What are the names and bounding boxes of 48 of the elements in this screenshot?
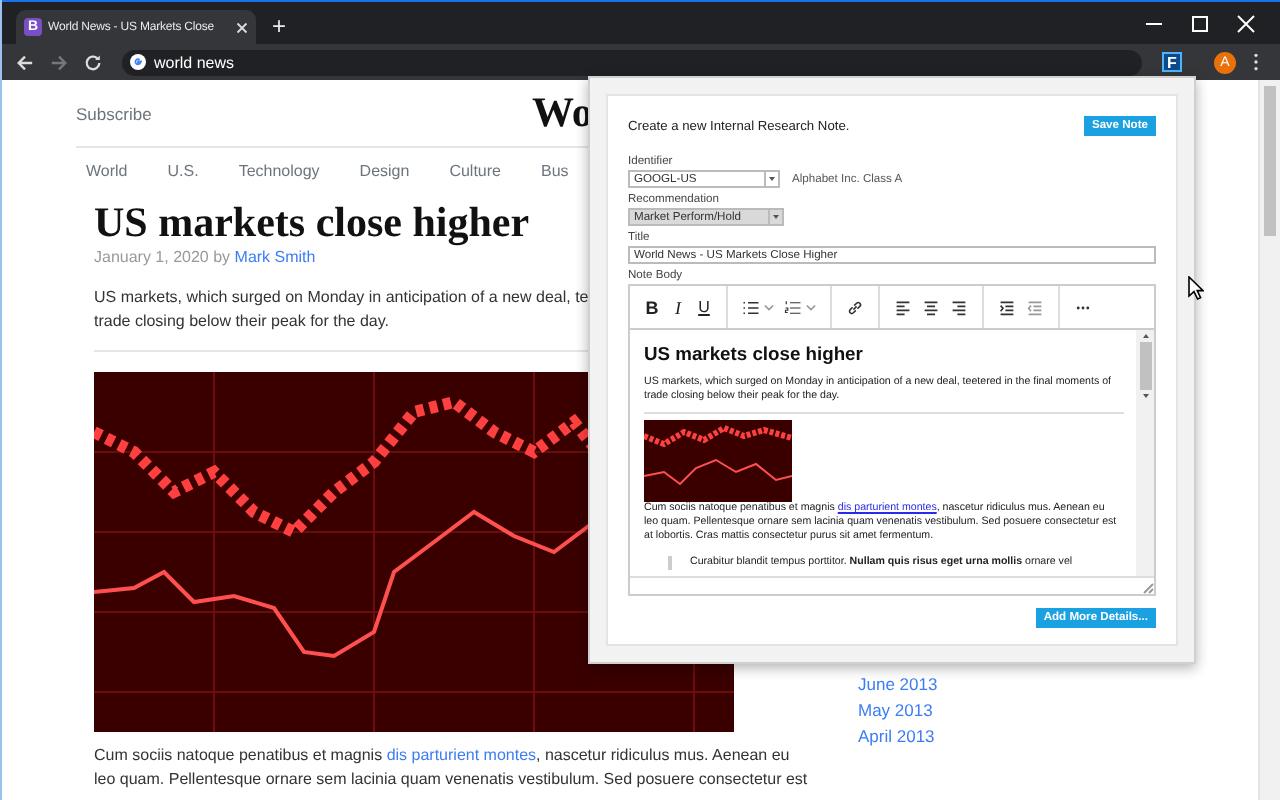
link-icon[interactable]: [846, 299, 864, 315]
article-text: Cum sociis natoque penatibus et magnis dis parturient montes, nascetur ridiculus mus. Aenean eu: [94, 744, 790, 768]
archive-link[interactable]: April 2013: [858, 724, 938, 748]
indent-icon[interactable]: [998, 299, 1016, 315]
caret-icon[interactable]: [764, 303, 774, 311]
article-date: January 1, 2020 by: [94, 248, 231, 266]
article-text: US markets, which surged on Monday in anticipation of a new deal, te: [94, 286, 589, 310]
author-link[interactable]: Mark Smith: [234, 248, 316, 266]
numbered-list-icon[interactable]: [784, 299, 802, 315]
new-tab-button[interactable]: +: [272, 14, 287, 38]
dropdown-arrow-icon[interactable]: [764, 172, 778, 186]
google-logo-icon: [130, 54, 146, 70]
resize-grip-icon[interactable]: [1142, 582, 1154, 594]
align-center-icon[interactable]: [922, 299, 940, 315]
scrollbar[interactable]: [1136, 330, 1154, 576]
nav-link[interactable]: U.S.: [167, 162, 199, 184]
scrollbar[interactable]: [1258, 80, 1280, 800]
reload-icon[interactable]: [84, 53, 102, 71]
text-link[interactable]: dis parturient montes: [386, 746, 537, 764]
article-headline: US markets close higher: [94, 198, 530, 246]
outdent-icon[interactable]: [1026, 299, 1044, 315]
scrollbar-thumb[interactable]: [1139, 342, 1151, 390]
nav-link[interactable]: World: [86, 162, 128, 184]
article-text: leo quam. Pellentesque ornare sem lacinia quam venenatis vestibulum. Sed posuere consectetur est: [94, 768, 808, 792]
align-left-icon[interactable]: [894, 299, 912, 315]
menu-icon[interactable]: [1252, 52, 1260, 72]
archive-link[interactable]: June 2013: [858, 672, 938, 696]
caret-icon[interactable]: [806, 303, 816, 311]
align-right-icon[interactable]: [950, 299, 968, 315]
address-bar[interactable]: world news: [122, 49, 1142, 75]
back-arrow-icon[interactable]: [16, 53, 34, 71]
article-text: trade closing below their peak for the day.: [94, 310, 389, 334]
dropdown-arrow-icon[interactable]: [768, 210, 782, 224]
format-button[interactable]: B: [644, 297, 660, 317]
extension-icon[interactable]: F: [1162, 52, 1182, 72]
bullet-list-icon[interactable]: [742, 299, 760, 315]
nav-link[interactable]: Bus: [541, 162, 569, 184]
mouse-pointer-icon: [1188, 276, 1204, 300]
format-button[interactable]: U: [696, 298, 712, 316]
archive-link[interactable]: May 2013: [858, 698, 938, 722]
note-heading: US markets close higher: [644, 342, 865, 364]
nav-link[interactable]: Design: [359, 162, 410, 184]
subscribe-link[interactable]: Subscribe: [76, 103, 532, 123]
close-icon[interactable]: [236, 21, 248, 33]
maximize-icon[interactable]: [1190, 13, 1210, 33]
format-button[interactable]: I: [670, 297, 686, 317]
nav-link[interactable]: Culture: [449, 162, 501, 184]
nav-link[interactable]: Technology: [238, 162, 320, 184]
